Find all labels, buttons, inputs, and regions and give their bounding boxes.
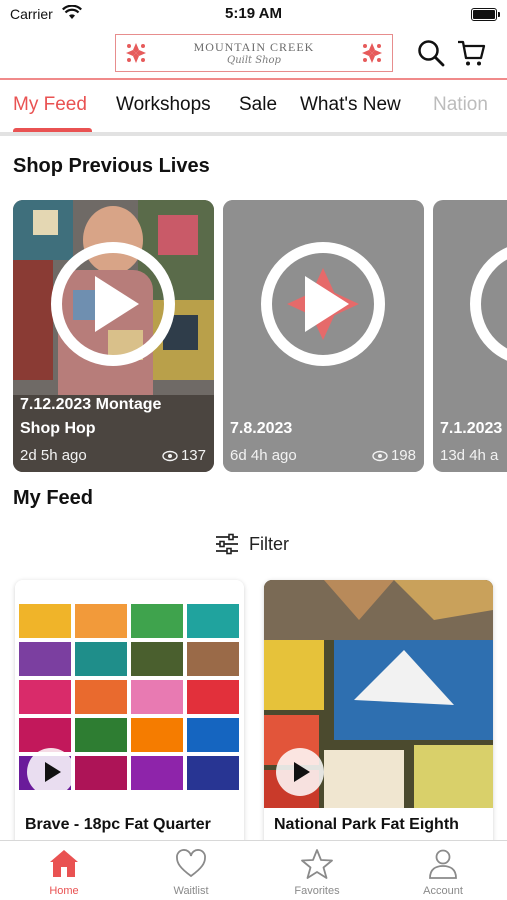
nav-label: Home xyxy=(49,885,79,897)
account-icon xyxy=(429,849,457,879)
live-title-line1: 7.8.2023 xyxy=(230,420,293,437)
feed-section-title: My Feed xyxy=(13,487,94,509)
nav-home[interactable]: Home xyxy=(14,847,114,897)
views-count: 198 xyxy=(390,447,416,464)
live-age: 6d 4h ago xyxy=(230,447,297,464)
nav-label: Account xyxy=(423,885,463,897)
play-icon xyxy=(27,748,75,796)
app-header: MOUNTAIN CREEK Quilt Shop xyxy=(0,30,507,80)
sliders-icon xyxy=(216,533,238,555)
search-icon[interactable] xyxy=(416,38,446,68)
bottom-nav: Home Waitlist Favorites Account xyxy=(0,840,507,900)
product-card[interactable]: National Park Fat Eighth xyxy=(264,580,493,860)
product-title: Brave - 18pc Fat Quarter xyxy=(25,816,211,833)
nav-label: Favorites xyxy=(294,885,340,897)
eye-icon xyxy=(162,450,178,461)
shop-logo[interactable]: MOUNTAIN CREEK Quilt Shop xyxy=(115,34,393,72)
live-title-line1: 7.1.2023 xyxy=(440,420,503,437)
active-tab-indicator xyxy=(13,128,92,132)
cart-icon[interactable] xyxy=(456,38,486,68)
live-title-line1: 7.12.2023 Montage xyxy=(20,396,162,413)
eye-icon xyxy=(372,450,388,461)
clock: 5:19 AM xyxy=(225,5,282,22)
live-age: 2d 5h ago xyxy=(20,447,87,464)
status-bar: Carrier 5:19 AM xyxy=(0,0,507,30)
views-count: 137 xyxy=(180,447,206,464)
live-views: 137 xyxy=(162,447,206,464)
tab-sale[interactable]: Sale xyxy=(239,94,277,116)
tab-my-feed[interactable]: My Feed xyxy=(13,94,87,116)
nav-label: Waitlist xyxy=(173,885,209,897)
play-icon xyxy=(276,748,324,796)
tab-workshops[interactable]: Workshops xyxy=(116,94,211,116)
home-icon xyxy=(50,850,78,877)
lives-section-title: Shop Previous Lives xyxy=(13,155,210,177)
play-icon xyxy=(305,276,349,332)
flower-icon xyxy=(362,43,382,63)
nav-account[interactable]: Account xyxy=(393,847,493,897)
live-age: 13d 4h a xyxy=(440,447,499,464)
heart-icon xyxy=(176,849,206,878)
product-card[interactable]: Brave - 18pc Fat Quarter xyxy=(15,580,244,860)
filter-label: Filter xyxy=(249,533,289,554)
live-title-line2: Shop Hop xyxy=(20,420,96,437)
star-icon xyxy=(301,849,333,879)
nav-waitlist[interactable]: Waitlist xyxy=(141,847,241,897)
live-video-card[interactable]: 7.1.2023 13d 4h a xyxy=(433,200,507,472)
play-button-ring xyxy=(470,247,507,361)
flower-icon xyxy=(126,43,146,63)
category-tabs: My Feed Workshops Sale What's New Nation xyxy=(0,80,507,136)
logo-subtitle: Quilt Shop xyxy=(227,55,281,66)
live-views: 198 xyxy=(372,447,416,464)
product-title: National Park Fat Eighth xyxy=(274,816,459,833)
nav-favorites[interactable]: Favorites xyxy=(267,847,367,897)
tab-whats-new[interactable]: What's New xyxy=(300,94,401,116)
battery-icon xyxy=(471,8,500,21)
live-video-card[interactable]: 7.12.2023 Montage Shop Hop 2d 5h ago 137 xyxy=(13,200,214,472)
tab-nation[interactable]: Nation xyxy=(433,94,488,116)
play-icon xyxy=(95,276,139,332)
logo-title: MOUNTAIN CREEK xyxy=(193,40,315,54)
filter-button[interactable]: Filter xyxy=(215,533,289,555)
live-video-card[interactable]: 7.8.2023 6d 4h ago 198 xyxy=(223,200,424,472)
